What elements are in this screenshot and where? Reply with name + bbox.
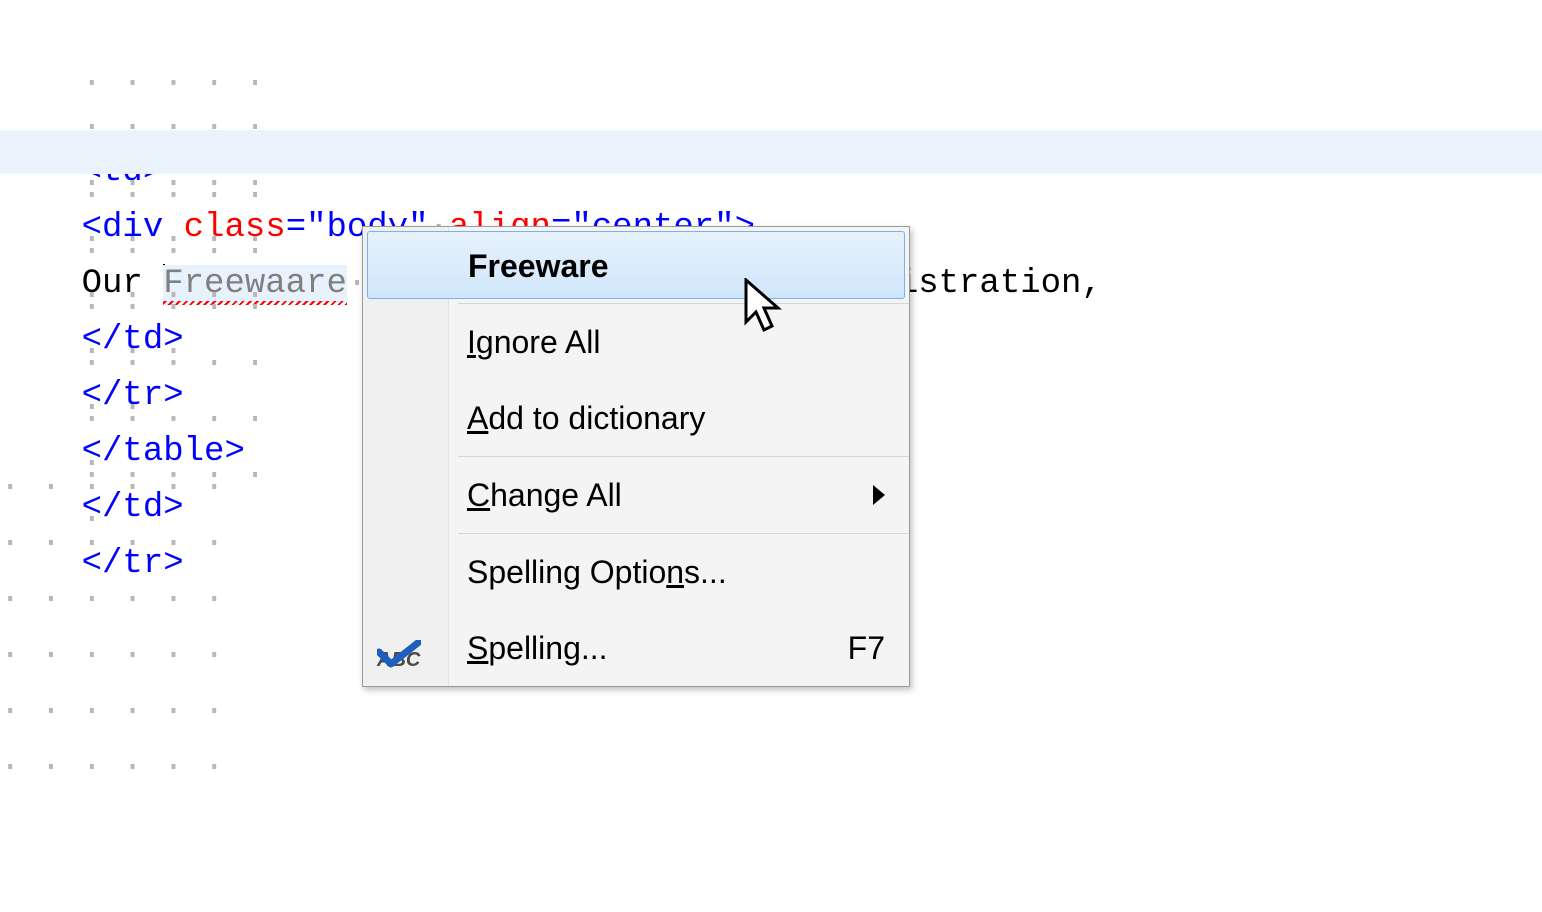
spellcheck-context-menu: Freeware Ignore All Add to dictionary Ch… [362, 226, 910, 687]
menu-item-change-all[interactable]: Change All [363, 457, 909, 533]
menu-item-label: Change All [467, 477, 622, 513]
submenu-arrow-icon [873, 485, 885, 505]
menu-item-spelling[interactable]: ABC Spelling... F7 [363, 610, 909, 686]
menu-item-label: Freeware [468, 248, 609, 284]
menu-item-label: Spelling Options... [467, 554, 727, 590]
menu-item-ignore-all[interactable]: Ignore All [363, 304, 909, 380]
menu-item-add-to-dictionary[interactable]: Add to dictionary [363, 380, 909, 456]
menu-item-label: Ignore All [467, 324, 600, 360]
code-line[interactable]: · · · · · · · · · · <td> [0, 18, 1542, 62]
code-line-active[interactable]: · · · · · · · · · · Our Freewaare·produc… [0, 130, 1542, 174]
code-line[interactable]: · · · · · · · · · · <div class="body"·al… [0, 74, 1542, 118]
spellcheck-icon: ABC [371, 626, 427, 670]
menu-item-label: Spelling... [467, 630, 608, 666]
menu-item-shortcut: F7 [848, 610, 885, 686]
menu-item-spelling-options[interactable]: Spelling Options... [363, 534, 909, 610]
code-line[interactable]: · · · · · · · · · · </td> [0, 186, 1542, 230]
menu-item-suggestion[interactable]: Freeware [367, 231, 905, 299]
menu-item-label: Add to dictionary [467, 400, 705, 436]
